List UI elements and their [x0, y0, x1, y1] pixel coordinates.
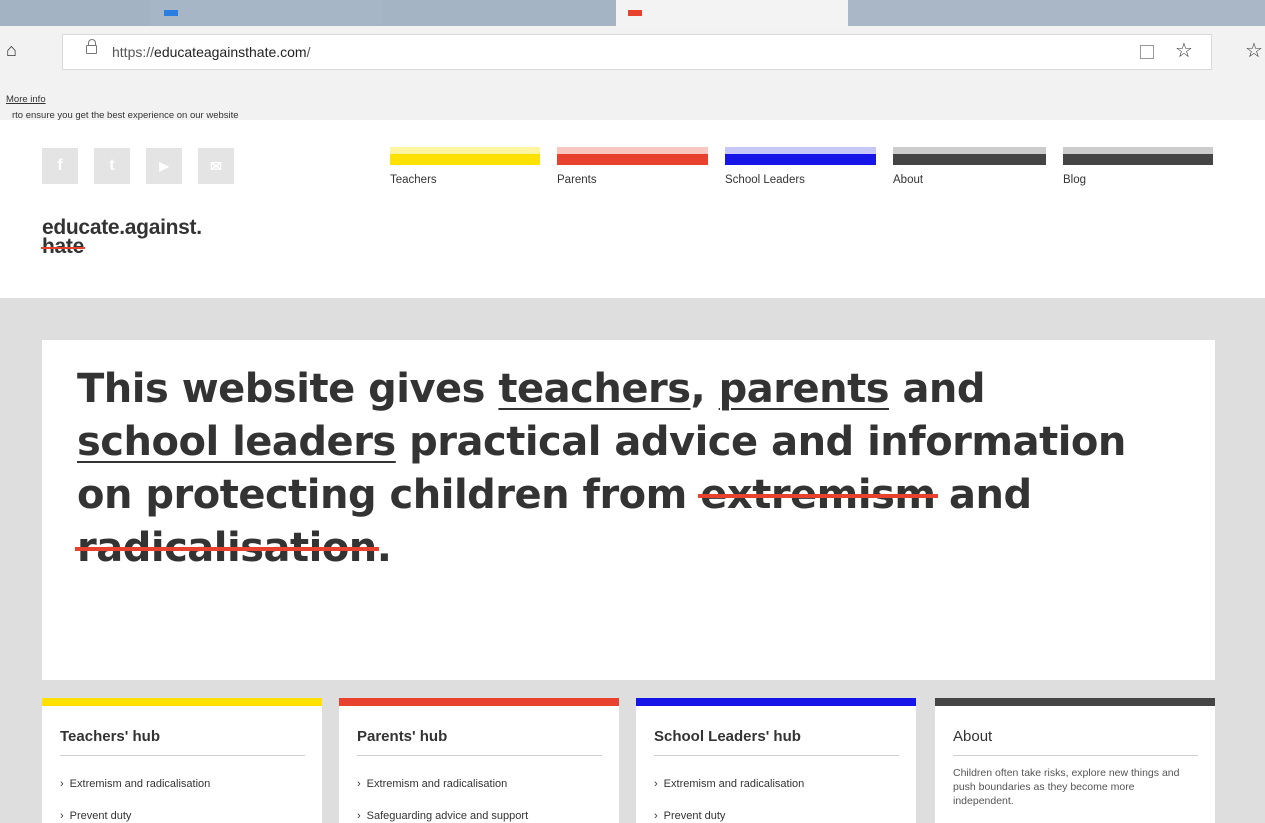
- hero-link-parents[interactable]: parents: [719, 366, 890, 412]
- browser-tab-active[interactable]: [616, 0, 848, 26]
- browser-tab-strip: [0, 0, 1265, 26]
- about-card: About Children often take risks, explore…: [935, 698, 1215, 823]
- chevron-right-icon: ›: [357, 778, 361, 790]
- tab-favicon-icon: [164, 10, 178, 16]
- card-color-bar: [935, 698, 1215, 706]
- card-color-bar: [636, 698, 916, 706]
- logo-line-2: hate: [41, 235, 85, 258]
- card-description: Children often take risks, explore new t…: [953, 767, 1180, 807]
- tab-favicon-icon: [628, 10, 642, 16]
- cookie-banner: rto ensure you get the best experience o…: [0, 78, 1265, 121]
- hero-text-fragment: .: [376, 525, 392, 571]
- card-link[interactable]: › Prevent duty: [60, 810, 131, 822]
- browser-tab[interactable]: [382, 0, 616, 26]
- hero-text-fragment: This website gives: [77, 366, 499, 412]
- cookie-text: rto ensure you get the best experience o…: [12, 110, 239, 121]
- card-link-label: Extremism and radicalisation: [366, 778, 508, 790]
- card-color-bar: [339, 698, 619, 706]
- chevron-right-icon: ›: [60, 810, 64, 822]
- card-link[interactable]: › Safeguarding advice and support: [357, 810, 528, 822]
- youtube-icon[interactable]: ▶: [146, 148, 182, 184]
- parents-hub-card: Parents' hub › Extremism and radicalisati…: [339, 698, 619, 823]
- card-link-label: Extremism and radicalisation: [663, 778, 805, 790]
- hero-text-fragment: ,: [690, 366, 719, 412]
- school-leaders-hub-card: School Leaders' hub › Extremism and radic…: [636, 698, 916, 823]
- browser-tab[interactable]: [848, 0, 1265, 26]
- home-icon[interactable]: ⌂: [6, 40, 17, 61]
- nav-color-bar: [1063, 147, 1213, 165]
- url-domain: educateagainsthate.com: [154, 44, 307, 60]
- nav-label: About: [893, 174, 924, 186]
- url-path: /: [306, 44, 311, 60]
- hero-link-school-leaders[interactable]: school leaders: [77, 419, 396, 465]
- card-divider: [357, 755, 602, 756]
- nav-label: Teachers: [390, 174, 437, 186]
- card-title[interactable]: School Leaders' hub: [654, 728, 801, 745]
- card-link-label: Prevent duty: [663, 810, 726, 822]
- nav-label: School Leaders: [725, 174, 805, 186]
- twitter-icon[interactable]: t: [94, 148, 130, 184]
- favorite-star-icon[interactable]: ☆: [1175, 38, 1193, 63]
- favorites-hub-icon[interactable]: ☆: [1245, 38, 1263, 63]
- cookie-more-info-link[interactable]: More info: [6, 94, 46, 105]
- card-divider: [953, 755, 1198, 756]
- nav-color-bar: [725, 147, 876, 165]
- browser-tab[interactable]: [0, 0, 180, 26]
- reading-view-icon[interactable]: [1140, 45, 1154, 59]
- card-title[interactable]: About: [953, 728, 992, 745]
- card-link[interactable]: › Extremism and radicalisation: [60, 778, 210, 790]
- nav-item-school-leaders[interactable]: School Leaders: [725, 147, 876, 192]
- hero-panel: This website gives teachers, parents and…: [42, 340, 1215, 680]
- hero-struck-word-extremism: extremism: [698, 469, 938, 522]
- card-link-label: Prevent duty: [69, 810, 132, 822]
- hero-struck-word-radicalisation: radicalisation: [75, 522, 379, 575]
- facebook-icon[interactable]: f: [42, 148, 78, 184]
- card-divider: [60, 755, 305, 756]
- chevron-right-icon: ›: [357, 810, 361, 822]
- nav-color-bar: [390, 147, 540, 165]
- hero-text-fragment: and: [889, 366, 986, 412]
- browser-tab[interactable]: [150, 0, 382, 26]
- card-divider: [654, 755, 899, 756]
- chevron-right-icon: ›: [654, 810, 658, 822]
- nav-item-blog[interactable]: Blog: [1063, 147, 1213, 192]
- nav-label: Blog: [1063, 174, 1087, 186]
- card-link[interactable]: › Extremism and radicalisation: [654, 778, 804, 790]
- nav-item-teachers[interactable]: Teachers: [390, 147, 540, 192]
- url-text[interactable]: https://educateagainsthate.com/: [112, 44, 310, 60]
- email-icon[interactable]: ✉: [198, 148, 234, 184]
- teachers-hub-card: Teachers' hub › Extremism and radicalisat…: [42, 698, 322, 823]
- hero-text-fragment: and: [935, 472, 1032, 518]
- nav-color-bar: [557, 147, 708, 165]
- card-color-bar: [42, 698, 322, 706]
- url-scheme: https://: [112, 44, 155, 60]
- hero-link-teachers[interactable]: teachers: [498, 366, 691, 412]
- card-title[interactable]: Parents' hub: [357, 728, 447, 745]
- card-link-label: Safeguarding advice and support: [366, 810, 529, 822]
- chevron-right-icon: ›: [60, 778, 64, 790]
- nav-label: Parents: [557, 174, 597, 186]
- card-link[interactable]: › Extremism and radicalisation: [357, 778, 507, 790]
- nav-color-bar: [893, 147, 1046, 165]
- nav-item-parents[interactable]: Parents: [557, 147, 708, 192]
- lock-icon: [86, 39, 97, 54]
- card-title[interactable]: Teachers' hub: [60, 728, 160, 745]
- nav-item-about[interactable]: About: [893, 147, 1046, 192]
- card-link-label: Extremism and radicalisation: [69, 778, 211, 790]
- hero-statement: This website gives teachers, parents and…: [75, 363, 1187, 575]
- card-link[interactable]: › Prevent duty: [654, 810, 725, 822]
- chevron-right-icon: ›: [654, 778, 658, 790]
- site-logo[interactable]: educate.against. hate: [41, 217, 202, 258]
